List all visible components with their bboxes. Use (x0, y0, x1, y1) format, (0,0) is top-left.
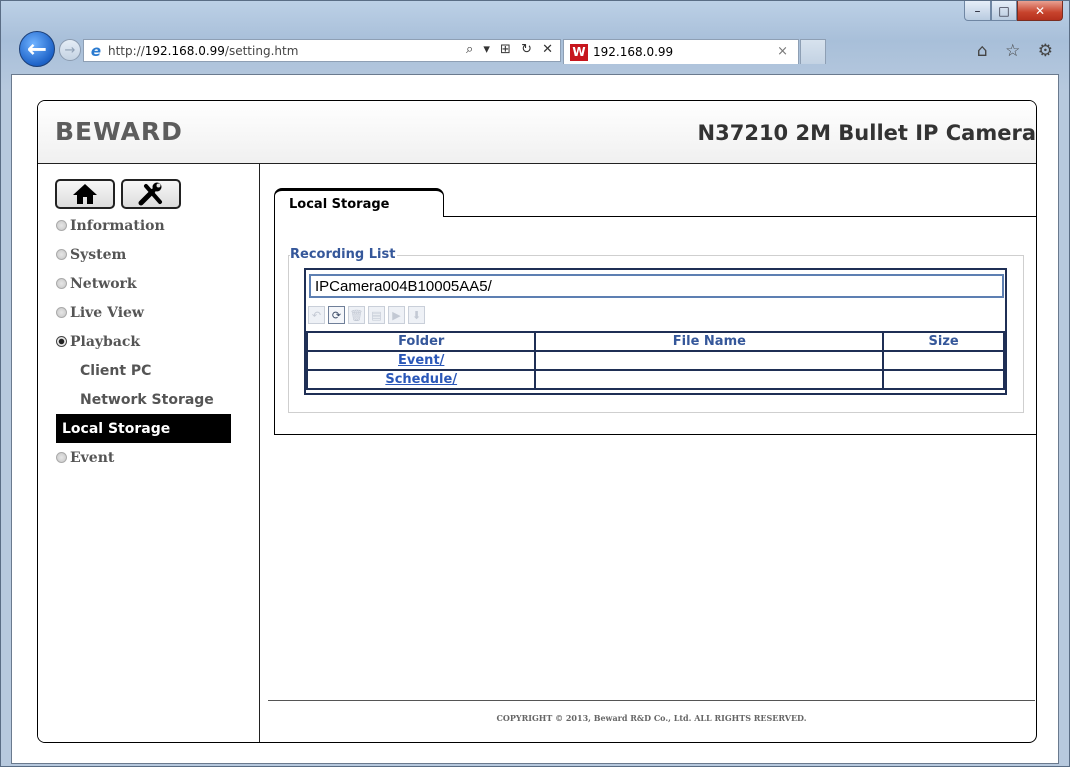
playback-submenu: Client PC Network Storage Local Storage (38, 356, 260, 443)
radio-icon (56, 220, 67, 231)
recording-table: Folder File Name Size Event/ Schedule/ (305, 331, 1005, 390)
tab-local-storage[interactable]: Local Storage (274, 188, 444, 217)
tools-icon (138, 182, 162, 206)
menu-label: Live View (70, 304, 144, 321)
folder-cell: Schedule/ (305, 369, 537, 390)
address-host: 192.168.0.99 (144, 43, 225, 58)
browser-tab[interactable]: W 192.168.0.99 × (563, 39, 799, 64)
recording-list-legend: Recording List (290, 247, 398, 262)
arrow-right-icon: → (64, 42, 76, 58)
forward-button[interactable]: → (59, 39, 81, 61)
menu-label: Network (70, 275, 137, 292)
sidebar-item-client-pc[interactable]: Client PC (56, 356, 260, 385)
table-row: Event/ (305, 350, 1005, 371)
home-button[interactable] (55, 179, 115, 209)
camera-ui-frame: BEWARD N37210 2M Bullet IP Camera Inform… (37, 100, 1037, 743)
sidebar-item-event[interactable]: Event (56, 443, 256, 472)
ie-logo-icon: e (90, 41, 102, 60)
sidebar-item-live-view[interactable]: Live View (56, 298, 256, 327)
address-scheme: http:// (108, 43, 145, 58)
home-icon (73, 184, 97, 204)
recording-list-fieldset: Recording List ↶ ⟳ 🗑 ▤ ▶ ⬇ (288, 247, 1024, 413)
beward-logo: BEWARD (55, 117, 183, 146)
browser-toolbar-icons[interactable]: ⌂ ☆ ⚙ (977, 41, 1059, 61)
new-tab-button[interactable] (800, 39, 826, 64)
recording-toolbar: ↶ ⟳ 🗑 ▤ ▶ ⬇ (308, 306, 425, 328)
menu-label: Event (70, 449, 115, 466)
column-header-folder[interactable]: Folder (305, 331, 537, 352)
recording-list-box: ↶ ⟳ 🗑 ▤ ▶ ⬇ Folder (304, 268, 1007, 395)
sidebar-item-local-storage[interactable]: Local Storage (56, 414, 231, 443)
column-header-size[interactable]: Size (882, 331, 1005, 352)
delete-icon[interactable]: 🗑 (348, 306, 365, 324)
settings-button[interactable] (121, 179, 181, 209)
path-field[interactable] (309, 274, 1004, 298)
copyright-footer: COPYRIGHT © 2013, Beward R&D Co., Ltd. A… (496, 713, 807, 723)
radio-icon (56, 452, 67, 463)
sidebar-menu-bottom: Event (56, 443, 256, 472)
page-viewport: BEWARD N37210 2M Bullet IP Camera Inform… (11, 74, 1059, 764)
size-cell (882, 350, 1005, 371)
arrow-left-icon: ← (26, 35, 48, 63)
main-content: Local Storage Recording List ↶ ⟳ 🗑 ▤ ▶ (260, 164, 1036, 742)
sidebar-menu: Information System Network Live View Pla… (56, 211, 256, 356)
size-cell (882, 369, 1005, 390)
sidebar-item-system[interactable]: System (56, 240, 256, 269)
file-name-cell (534, 350, 885, 371)
sidebar: Information System Network Live View Pla… (38, 164, 260, 742)
radio-icon (56, 249, 67, 260)
tab-title: 192.168.0.99 (593, 45, 674, 59)
table-header-row: Folder File Name Size (305, 331, 1005, 352)
file-name-cell (534, 369, 885, 390)
maximize-button[interactable]: □ (991, 1, 1017, 21)
folder-link-event[interactable]: Event/ (398, 353, 444, 368)
sidebar-item-network-storage[interactable]: Network Storage (56, 385, 260, 414)
tab-close-icon[interactable]: × (777, 44, 788, 59)
sidebar-item-information[interactable]: Information (56, 211, 256, 240)
window-controls: – □ ✕ (964, 1, 1063, 21)
minimize-button[interactable]: – (964, 1, 991, 21)
sidebar-item-playback[interactable]: Playback (56, 327, 256, 356)
close-window-button[interactable]: ✕ (1017, 1, 1063, 21)
folder-link-schedule[interactable]: Schedule/ (385, 372, 457, 387)
address-path: /setting.htm (224, 43, 299, 58)
menu-label: Playback (70, 333, 141, 350)
footer-divider (268, 700, 1035, 701)
radio-selected-icon (56, 336, 67, 347)
radio-icon (56, 278, 67, 289)
page-header: BEWARD N37210 2M Bullet IP Camera (38, 101, 1036, 164)
table-row: Schedule/ (305, 369, 1005, 390)
address-bar[interactable]: e http://192.168.0.99/setting.htm ⌕ ▾ ⊞ … (83, 39, 561, 62)
menu-label: System (70, 246, 127, 263)
play-icon[interactable]: ▶ (388, 306, 405, 324)
beward-favicon-icon: W (570, 43, 588, 61)
column-header-file-name[interactable]: File Name (534, 331, 885, 352)
download-icon[interactable]: ⬇ (408, 306, 425, 324)
folder-cell: Event/ (305, 350, 537, 371)
camera-title: N37210 2M Bullet IP Camera (697, 121, 1036, 145)
browser-window: – □ ✕ ← → e http://192.168.0.99/setting.… (0, 0, 1070, 767)
browser-navbar: ← → e http://192.168.0.99/setting.htm ⌕ … (19, 31, 1059, 67)
refresh-icon[interactable]: ⟳ (328, 306, 345, 324)
radio-icon (56, 307, 67, 318)
sidebar-item-network[interactable]: Network (56, 269, 256, 298)
top-buttons (55, 179, 181, 209)
local-storage-panel: Recording List ↶ ⟳ 🗑 ▤ ▶ ⬇ (274, 216, 1036, 435)
copy-icon[interactable]: ▤ (368, 306, 385, 324)
back-icon[interactable]: ↶ (308, 306, 325, 324)
back-button[interactable]: ← (19, 31, 55, 67)
address-tools-icons[interactable]: ⌕ ▾ ⊞ ↻ ✕ (466, 42, 556, 57)
menu-label: Information (70, 217, 165, 234)
